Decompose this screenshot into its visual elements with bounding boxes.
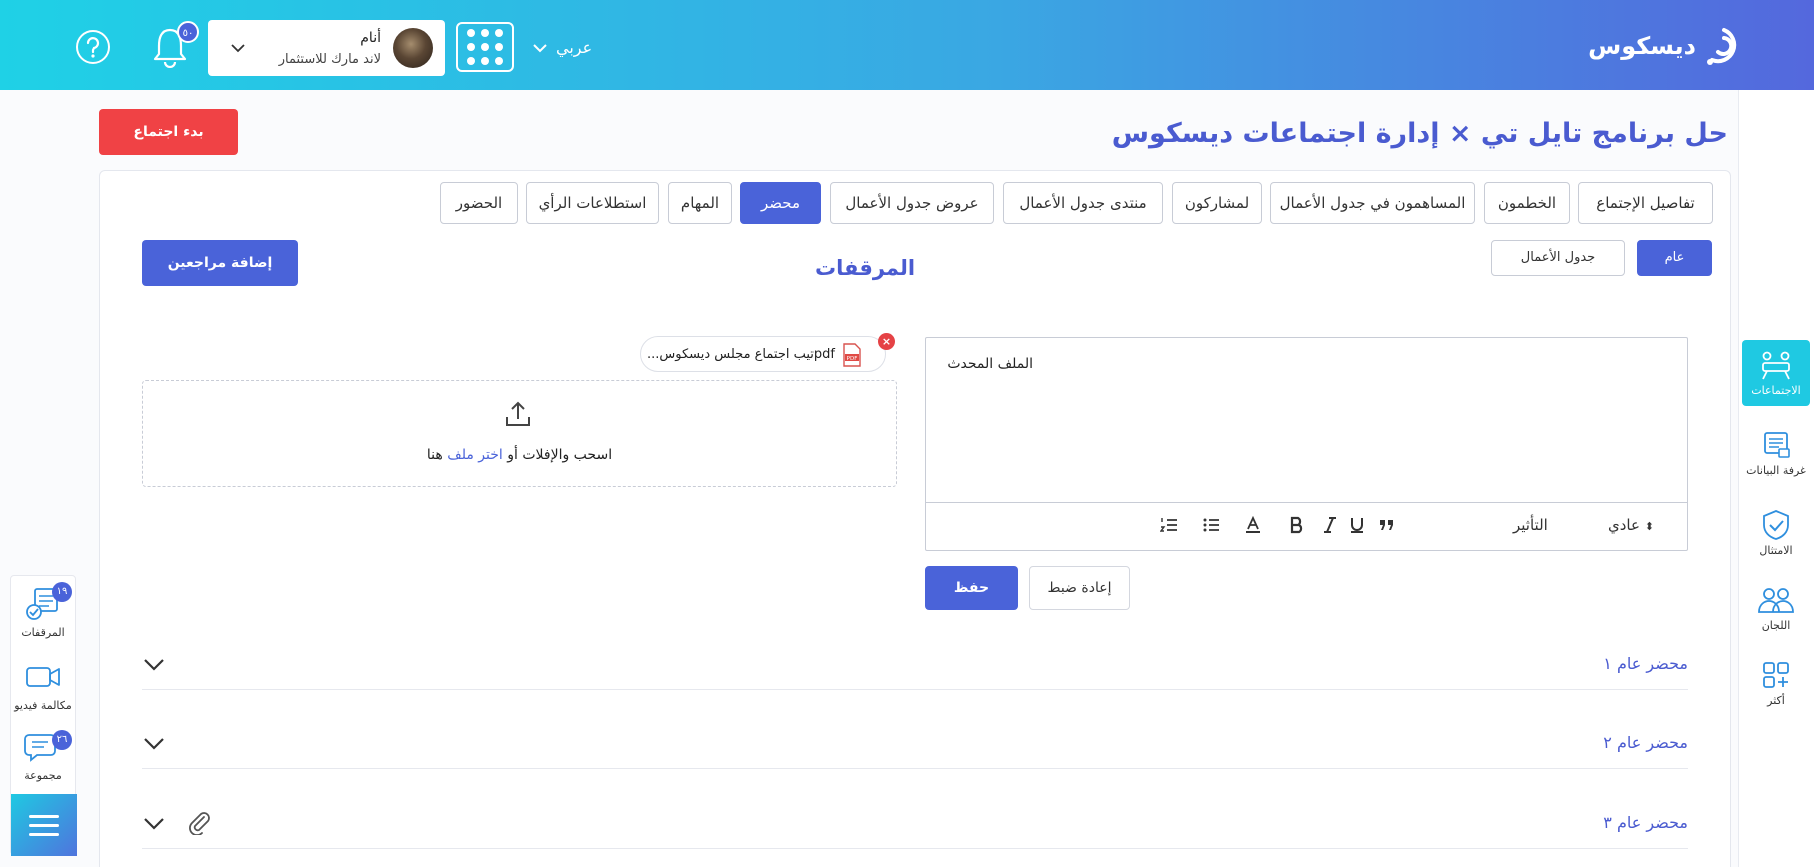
dropzone-text: اسحب والإفلات أو اختر ملف هنا [143,447,896,463]
compliance-icon [1763,510,1789,540]
effect-select[interactable]: التأثير [1513,516,1548,534]
user-organization: لاند مارك للاستثمار [278,52,381,67]
svg-text:PDF: PDF [847,356,858,362]
chevron-down-icon [533,43,547,52]
start-meeting-button[interactable]: بدء اجتماع [99,109,238,155]
upload-icon [506,401,530,426]
tab-agenda-contributors[interactable]: المساهمون في جدول الأعمال [1270,182,1475,224]
video-call-label: مكالمة فيديو [14,699,72,712]
italic-icon[interactable] [1321,516,1339,538]
editor-toolbar: عادي ⬍ التأثير [926,502,1687,550]
text-color-icon[interactable] [1244,515,1262,538]
meetings-icon [1762,351,1790,380]
minutes-general-button[interactable]: عام [1637,240,1712,276]
accordion-title: محضر عام ٢ [1603,733,1688,752]
tab-polls[interactable]: استطلاعات الرأي [526,182,659,224]
help-icon[interactable] [75,29,111,65]
minutes-editor[interactable]: الملف المحدث عادي ⬍ التأثير [925,337,1688,551]
tab-participants[interactable]: لمشاركون [1172,182,1262,224]
minutes-agenda-button[interactable]: جدول الأعمال [1491,240,1625,276]
page-title: حل برنامج تايل تي × إدارة اجتماعات ديسكو… [1111,118,1728,149]
dropzone-text-after: هنا [426,447,448,463]
logo[interactable]: ديسكوس [1588,22,1746,70]
apps-grid-button[interactable] [456,22,514,72]
file-name: pdfتيب اجتماع مجلس ديسكوس... [647,347,835,362]
attachments-count-badge: ١٩ [52,582,72,602]
user-menu[interactable]: أنام لاند مارك للاستثمار [208,20,445,76]
quote-icon[interactable] [1378,516,1396,538]
user-name: أنام [360,30,381,46]
nav-more[interactable]: أكثر [1742,650,1810,716]
video-call-tool[interactable]: مكالمة فيديو [11,659,75,712]
right-sidebar: الاجتماعات غرفة البيانات الامتثال اللجان [1738,90,1814,867]
add-reviewers-button[interactable]: إضافة مراجعين [142,240,298,286]
nav-label: أكثر [1767,694,1785,707]
attachments-tool-label: المرقفات [21,626,65,639]
choose-file-link[interactable]: اختر ملف [447,447,503,463]
minutes-accordion-item[interactable]: محضر عام ٣ [142,799,1688,849]
nav-label: اللجان [1761,619,1791,632]
tab-agenda-forum[interactable]: منتدى جدول الأعمال [1003,182,1163,224]
save-button[interactable]: حفظ [925,566,1018,610]
paperclip-icon[interactable] [186,809,212,835]
left-tools-bar: المرقفات ١٩ مكالمة فيديو مجموعة ٢٦ [10,575,77,856]
bold-icon[interactable] [1288,516,1306,538]
nav-compliance[interactable]: الامتثال [1742,500,1810,566]
chevron-down-icon[interactable] [142,813,166,833]
chevron-down-icon[interactable] [142,654,166,674]
logo-mark-icon [1707,28,1737,65]
underline-icon[interactable] [1348,516,1366,538]
nav-committees[interactable]: اللجان [1742,575,1810,641]
avatar [393,28,433,68]
nav-data-room[interactable]: غرفة البيانات [1742,420,1810,486]
top-header: ديسكوس عربي أنام لاند مارك للاستثمار ٥٠ [0,0,1814,90]
nav-meetings[interactable]: الاجتماعات [1742,340,1810,406]
editor-content[interactable]: الملف المحدث [947,356,1033,372]
language-switcher[interactable]: عربي [532,38,592,57]
tab-tasks[interactable]: المهام [668,182,732,224]
tab-speakers[interactable]: الخطمون [1484,182,1570,224]
logo-text: ديسكوس [1588,32,1696,60]
bullet-list-icon[interactable] [1202,516,1220,538]
sort-arrows-icon: ⬍ [1644,520,1654,533]
group-count-badge: ٢٦ [52,730,72,750]
data-room-icon [1764,432,1790,458]
notification-badge: ٥٠ [177,21,199,43]
remove-file-icon[interactable]: × [878,333,895,350]
chevron-down-icon[interactable] [142,733,166,753]
tab-attendance[interactable]: الحضور [440,182,518,224]
chevron-down-icon [231,44,245,53]
attached-file-chip[interactable]: pdfتيب اجتماع مجلس ديسكوس... PDF [640,336,886,372]
tab-meeting-details[interactable]: تفاصيل الإجتماع [1578,182,1713,224]
dropzone-text-before: اسحب والإفلات أو [502,447,613,463]
minutes-accordion-item[interactable]: محضر عام ٢ [142,719,1688,769]
accordion-title: محضر عام ٣ [1603,813,1688,832]
tab-agenda-presentations[interactable]: عروض جدول الأعمال [830,182,994,224]
pdf-file-icon: PDF [843,343,861,367]
file-dropzone[interactable]: اسحب والإفلات أو اختر ملف هنا [142,380,897,487]
accordion-title: محضر عام ١ [1603,654,1688,673]
minutes-accordion-item[interactable]: محضر عام ١ [142,640,1688,690]
hamburger-menu-icon[interactable] [11,794,77,856]
numbered-list-icon[interactable] [1159,516,1178,538]
nav-label: الاجتماعات [1751,384,1801,397]
nav-label: الامتثال [1759,544,1793,557]
group-label: مجموعة [24,769,62,782]
style-select-value: عادي [1608,516,1640,534]
more-icon [1763,662,1789,688]
language-label: عربي [556,38,593,57]
tab-minutes[interactable]: محضر [740,182,821,224]
committees-icon [1758,588,1794,613]
reset-button[interactable]: إعادة ضبط [1029,566,1130,610]
nav-label: غرفة البيانات [1746,464,1806,477]
style-select[interactable]: عادي ⬍ [1608,516,1654,534]
video-camera-icon [26,667,60,687]
attachments-heading: المرقفات [815,256,916,280]
